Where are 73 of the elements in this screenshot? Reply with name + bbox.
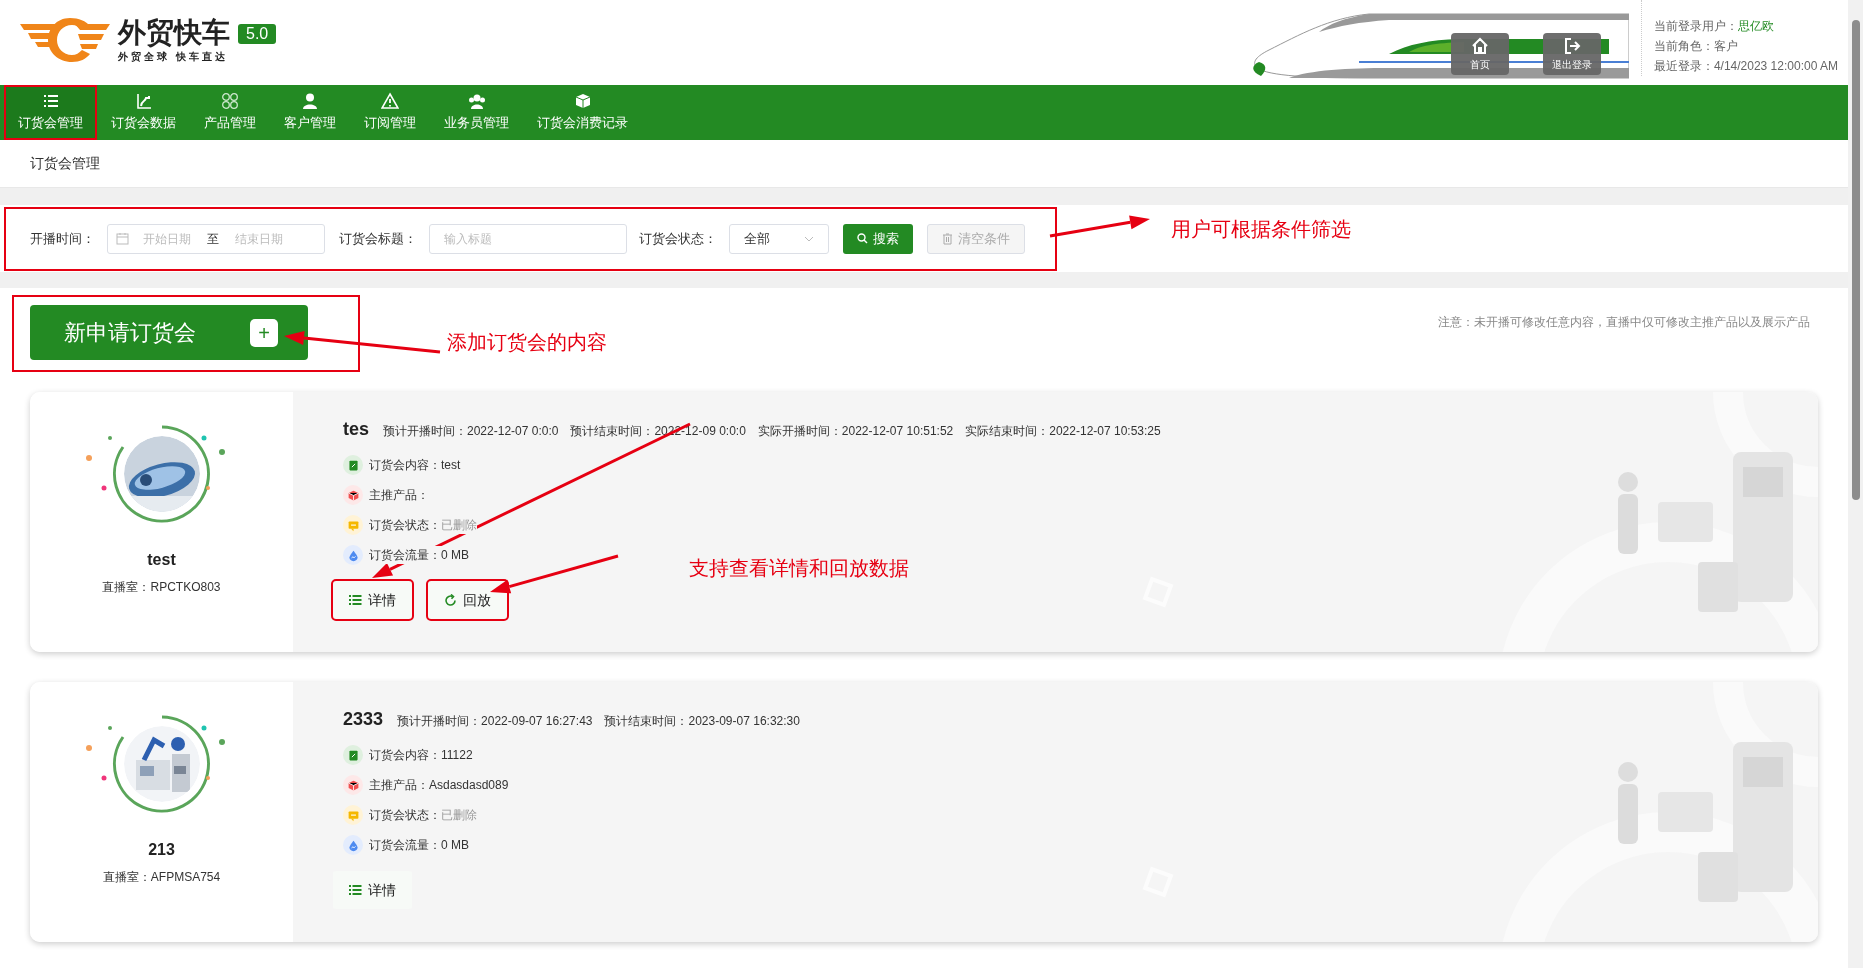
info-value: 已删除	[441, 806, 477, 824]
time-text: 实际开播时间：2022-12-07 10:51:52	[757, 423, 954, 440]
document-icon	[343, 745, 363, 765]
search-icon	[857, 233, 868, 244]
room-id: 直播室：AFPMSA754	[102, 869, 221, 886]
info-label: 当前登录用户：	[1653, 18, 1738, 35]
new-meeting-button[interactable]: 新申请订货会 +	[30, 305, 308, 360]
logout-button[interactable]: 退出登录	[1542, 33, 1601, 75]
field-label: 订货会状态：	[639, 229, 717, 248]
annotation-text: 支持查看详情和回放数据	[689, 556, 909, 581]
annotation-text: 用户可根据条件筛选	[1171, 217, 1351, 242]
logo-slogan: 外贸全球 快车直达	[118, 49, 229, 64]
scrollbar[interactable]	[1848, 0, 1863, 968]
field-label: 开播时间：	[30, 229, 95, 248]
detail-button[interactable]: 详情	[333, 871, 412, 909]
cube-icon	[343, 775, 363, 795]
circles-icon	[221, 92, 239, 111]
refresh-icon	[444, 593, 457, 607]
logo-title: 外贸快车	[118, 16, 230, 49]
note-text: 注意：未开播可修改任意内容，直播中仅可修改主推产品以及展示产品	[1438, 314, 1810, 331]
cube-icon	[343, 485, 363, 505]
message-icon	[343, 515, 363, 535]
time-text: 实际结束时间：2022-12-07 10:53:25	[965, 423, 1161, 440]
info-label: 最近登录：	[1653, 58, 1714, 75]
plus-icon: +	[250, 318, 278, 347]
chart-icon	[134, 92, 153, 111]
info-value: 客户	[1713, 38, 1738, 55]
home-icon	[1470, 36, 1489, 55]
info-label: 订货会流量：	[369, 546, 441, 564]
drop-icon	[343, 545, 363, 565]
search-button[interactable]: 搜索	[843, 223, 913, 254]
logout-icon	[1562, 36, 1581, 55]
drop-icon	[343, 835, 363, 855]
breadcrumb: 订货会管理	[30, 154, 100, 173]
annotation-text: 添加订货会的内容	[447, 330, 607, 355]
nav-tab[interactable]: 订货会管理	[4, 85, 97, 140]
nav-tab[interactable]: 订货会消费记录	[523, 85, 642, 140]
room-name: 213	[148, 840, 175, 860]
detail-button[interactable]: 详情	[333, 581, 412, 619]
field-label: 订货会标题：	[339, 229, 417, 248]
version-badge: 5.0	[238, 24, 277, 44]
list-icon	[349, 884, 362, 896]
trash-icon	[942, 232, 953, 245]
list-icon	[349, 594, 362, 606]
calendar-icon	[116, 232, 129, 245]
nav-tab[interactable]: 订阅管理	[350, 85, 430, 140]
nav-tab[interactable]: 业务员管理	[430, 85, 523, 140]
info-value: 思亿欧	[1737, 18, 1774, 35]
time-text: 预计结束时间：2023-09-07 16:32:30	[604, 713, 800, 730]
group-icon	[467, 92, 486, 111]
home-button[interactable]: 首页	[1450, 33, 1509, 75]
message-icon	[343, 805, 363, 825]
nav-tab[interactable]: 订货会数据	[97, 85, 190, 140]
box-icon	[573, 92, 592, 111]
room-id: 直播室：RPCTKO803	[102, 579, 221, 596]
chevron-down-icon	[804, 235, 814, 242]
warning-icon	[381, 92, 399, 111]
nav-tab[interactable]: 产品管理	[190, 85, 270, 140]
meeting-title: 2333	[343, 708, 384, 731]
time-text: 预计开播时间：2022-09-07 16:27:43	[397, 713, 593, 730]
nav-tab[interactable]: 客户管理	[270, 85, 350, 140]
user-icon	[301, 92, 319, 111]
document-icon	[343, 455, 363, 475]
room-name: test	[147, 550, 176, 570]
status-select[interactable]: 全部	[729, 223, 829, 254]
replay-button[interactable]: 回放	[428, 581, 507, 619]
info-value: 已删除	[441, 516, 477, 534]
info-label: 当前角色：	[1653, 38, 1714, 55]
time-text: 预计开播时间：2022-12-07 0:0:0	[383, 423, 559, 440]
meeting-title: tes	[343, 418, 369, 441]
date-range-field[interactable]: 开始日期 至 结束日期	[107, 223, 325, 254]
title-input[interactable]: 输入标题	[429, 223, 627, 254]
info-value: 4/14/2023 12:00:00 AM	[1713, 58, 1838, 75]
